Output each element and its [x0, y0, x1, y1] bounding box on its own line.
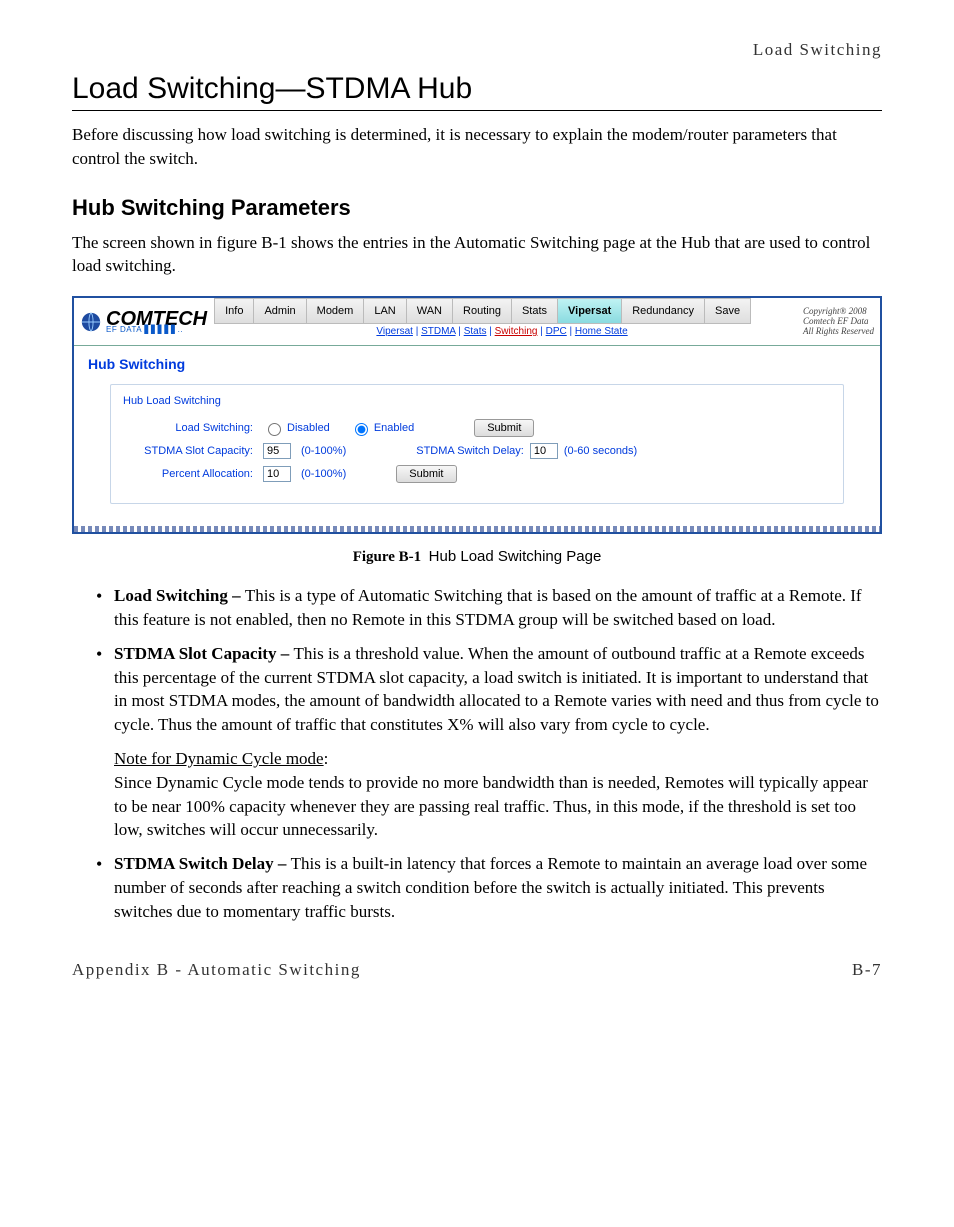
switch-delay-input[interactable]: [530, 443, 558, 459]
screenshot-page-title: Hub Switching: [74, 346, 880, 378]
load-switching-enabled-radio[interactable]: Enabled: [350, 420, 414, 436]
bullet-list: Load Switching – This is a type of Autom…: [72, 584, 882, 923]
bullet-term: Load Switching –: [114, 586, 245, 605]
tab-vipersat[interactable]: Vipersat: [557, 298, 622, 324]
slot-capacity-range: (0-100%): [301, 445, 346, 457]
bullet-slot-capacity: STDMA Slot Capacity – This is a threshol…: [96, 642, 882, 842]
globe-icon: [80, 311, 102, 333]
switch-delay-label: STDMA Switch Delay:: [416, 445, 524, 457]
load-switching-label: Load Switching:: [123, 422, 253, 434]
section-title: Hub Switching Parameters: [72, 195, 882, 221]
percent-allocation-input[interactable]: [263, 466, 291, 482]
subnav-stdma[interactable]: STDMA: [421, 326, 455, 337]
figure-caption: Figure B-1 Hub Load Switching Page: [72, 548, 882, 566]
tab-bar: Info Admin Modem LAN WAN Routing Stats V…: [215, 298, 789, 324]
bullet-term: STDMA Slot Capacity –: [114, 644, 293, 663]
submit-button-1[interactable]: Submit: [474, 419, 534, 437]
submit-button-2[interactable]: Submit: [396, 465, 456, 483]
copyright-text: Copyright® 2008 Comtech EF Data All Righ…: [803, 307, 874, 337]
logo: COMTECH EF DATA ▋▋▋▋▋..: [74, 307, 215, 336]
percent-allocation-label: Percent Allocation:: [123, 468, 253, 480]
slot-capacity-label: STDMA Slot Capacity:: [123, 445, 253, 457]
percent-allocation-range: (0-100%): [301, 468, 346, 480]
bullet-switch-delay: STDMA Switch Delay – This is a built-in …: [96, 852, 882, 923]
sub-nav: Vipersat | STDMA | Stats | Switching | D…: [215, 324, 789, 345]
tab-modem[interactable]: Modem: [306, 298, 365, 324]
figure-ref: Figure B-1: [353, 549, 421, 565]
subnav-home-state[interactable]: Home State: [575, 326, 628, 337]
section-intro: The screen shown in figure B-1 shows the…: [72, 231, 882, 279]
subnav-switching[interactable]: Switching: [495, 326, 538, 337]
page-footer: Appendix B - Automatic Switching B-7: [72, 960, 882, 980]
load-switching-disabled-radio[interactable]: Disabled: [263, 420, 330, 436]
tab-save[interactable]: Save: [704, 298, 751, 324]
embedded-screenshot: COMTECH EF DATA ▋▋▋▋▋.. Info Admin Modem…: [72, 296, 882, 534]
footer-left: Appendix B - Automatic Switching: [72, 960, 361, 980]
tab-redundancy[interactable]: Redundancy: [621, 298, 705, 324]
bullet-load-switching: Load Switching – This is a type of Autom…: [96, 584, 882, 632]
bullet-term: STDMA Switch Delay –: [114, 854, 291, 873]
tab-routing[interactable]: Routing: [452, 298, 512, 324]
subnote-colon: :: [324, 749, 329, 768]
radio-enabled[interactable]: [355, 423, 368, 436]
switch-delay-range: (0-60 seconds): [564, 445, 637, 457]
subnav-dpc[interactable]: DPC: [546, 326, 567, 337]
slot-capacity-input[interactable]: [263, 443, 291, 459]
tab-admin[interactable]: Admin: [253, 298, 306, 324]
subnav-vipersat[interactable]: Vipersat: [376, 326, 413, 337]
torn-edge-decoration: [74, 526, 880, 532]
tab-info[interactable]: Info: [214, 298, 254, 324]
subnav-stats[interactable]: Stats: [464, 326, 487, 337]
tab-wan[interactable]: WAN: [406, 298, 453, 324]
radio-enabled-label: Enabled: [374, 422, 414, 434]
radio-disabled-label: Disabled: [287, 422, 330, 434]
figure-name: Hub Load Switching Page: [429, 548, 602, 565]
subnote-title: Note for Dynamic Cycle mode: [114, 749, 324, 768]
tab-stats[interactable]: Stats: [511, 298, 558, 324]
radio-disabled[interactable]: [268, 423, 281, 436]
subnote-body: Since Dynamic Cycle mode tends to provid…: [114, 773, 868, 840]
tab-lan[interactable]: LAN: [363, 298, 406, 324]
running-title: Load Switching: [72, 40, 882, 60]
footer-right: B-7: [852, 960, 882, 980]
fieldset-legend: Hub Load Switching: [119, 395, 225, 407]
page-title: Load Switching—STDMA Hub: [72, 72, 882, 111]
hub-load-switching-fieldset: Hub Load Switching Load Switching: Disab…: [110, 384, 844, 504]
intro-paragraph: Before discussing how load switching is …: [72, 123, 882, 171]
